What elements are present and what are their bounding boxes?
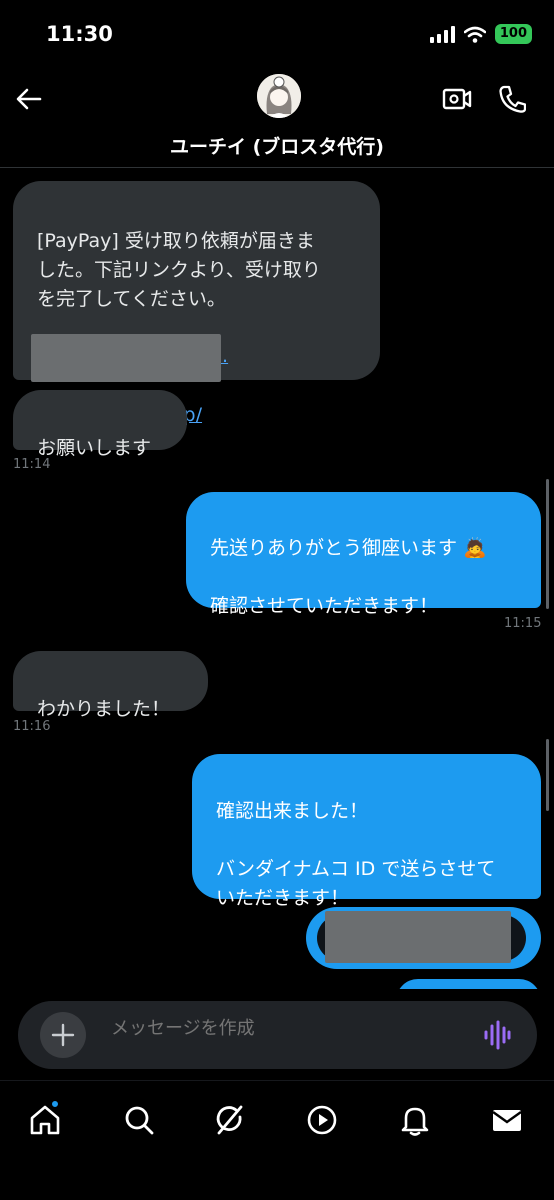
envelope-icon (492, 1110, 522, 1131)
outgoing-message[interactable]: 先送りありがとう御座います 🙇 確認させていただきます！ (186, 492, 541, 617)
redacted-content (325, 911, 511, 963)
peer-name[interactable]: ユーチイ (ブロスタ代行) (0, 132, 554, 159)
voice-message-icon[interactable] (483, 1020, 511, 1050)
scrollbar-lower[interactable] (546, 739, 549, 811)
home-notification-badge (50, 1099, 60, 1109)
scrollbar[interactable] (546, 479, 549, 609)
tab-notifications[interactable] (398, 1103, 432, 1137)
tab-messages[interactable] (490, 1103, 524, 1137)
outgoing-message-partial[interactable] (396, 979, 541, 989)
message-timestamp: 11:15 (504, 616, 542, 631)
status-bar: 11:30 100 (0, 0, 554, 70)
message-timestamp: 11:14 (13, 457, 51, 472)
tab-video[interactable] (305, 1103, 339, 1137)
tab-search[interactable] (122, 1103, 156, 1137)
message-timestamp: 11:16 (13, 719, 51, 734)
avatar[interactable] (257, 74, 301, 118)
message-text: [PayPay] 受け取り依頼が届きま した。下記リンクより、受け取り を完了し… (37, 230, 321, 310)
message-text: 確認出来ました！ バンダイナムコ ID で送らさせて いただきます！ (216, 800, 496, 909)
status-time: 11:30 (46, 22, 113, 46)
message-text: お願いします (37, 437, 152, 459)
video-call-icon[interactable] (442, 86, 472, 112)
cellular-signal-icon (429, 25, 455, 43)
back-arrow-icon[interactable] (14, 84, 44, 114)
wifi-icon (463, 26, 486, 43)
phone-call-icon[interactable] (498, 84, 526, 114)
tab-grok[interactable] (213, 1103, 247, 1137)
bell-icon (401, 1107, 429, 1136)
incoming-message[interactable]: わかりました！ (13, 651, 208, 720)
avatar-image (257, 74, 301, 118)
video-play-icon (307, 1105, 337, 1135)
message-list[interactable]: [PayPay] 受け取り依頼が届きま した。下記リンクより、受け取り を完了し… (0, 169, 554, 989)
redacted-link (31, 334, 221, 382)
tab-home[interactable] (28, 1099, 62, 1137)
tab-bar (0, 1080, 554, 1200)
message-input[interactable] (111, 1018, 471, 1039)
incoming-message[interactable]: お願いします (13, 390, 187, 459)
conversation-header: ユーチイ (ブロスタ代行) (0, 70, 554, 168)
plus-icon (51, 1023, 75, 1047)
outgoing-message[interactable]: 確認出来ました！ バンダイナムコ ID で送らさせて いただきます！ (192, 754, 541, 909)
add-attachment-button[interactable] (40, 1012, 86, 1058)
search-icon (125, 1106, 154, 1135)
grok-icon (216, 1105, 243, 1135)
message-text: 先送りありがとう御座います 🙇 確認させていただきます！ (210, 537, 487, 617)
message-text: わかりました！ (37, 698, 171, 720)
battery-icon: 100 (494, 24, 532, 44)
message-composer[interactable] (18, 1001, 537, 1069)
